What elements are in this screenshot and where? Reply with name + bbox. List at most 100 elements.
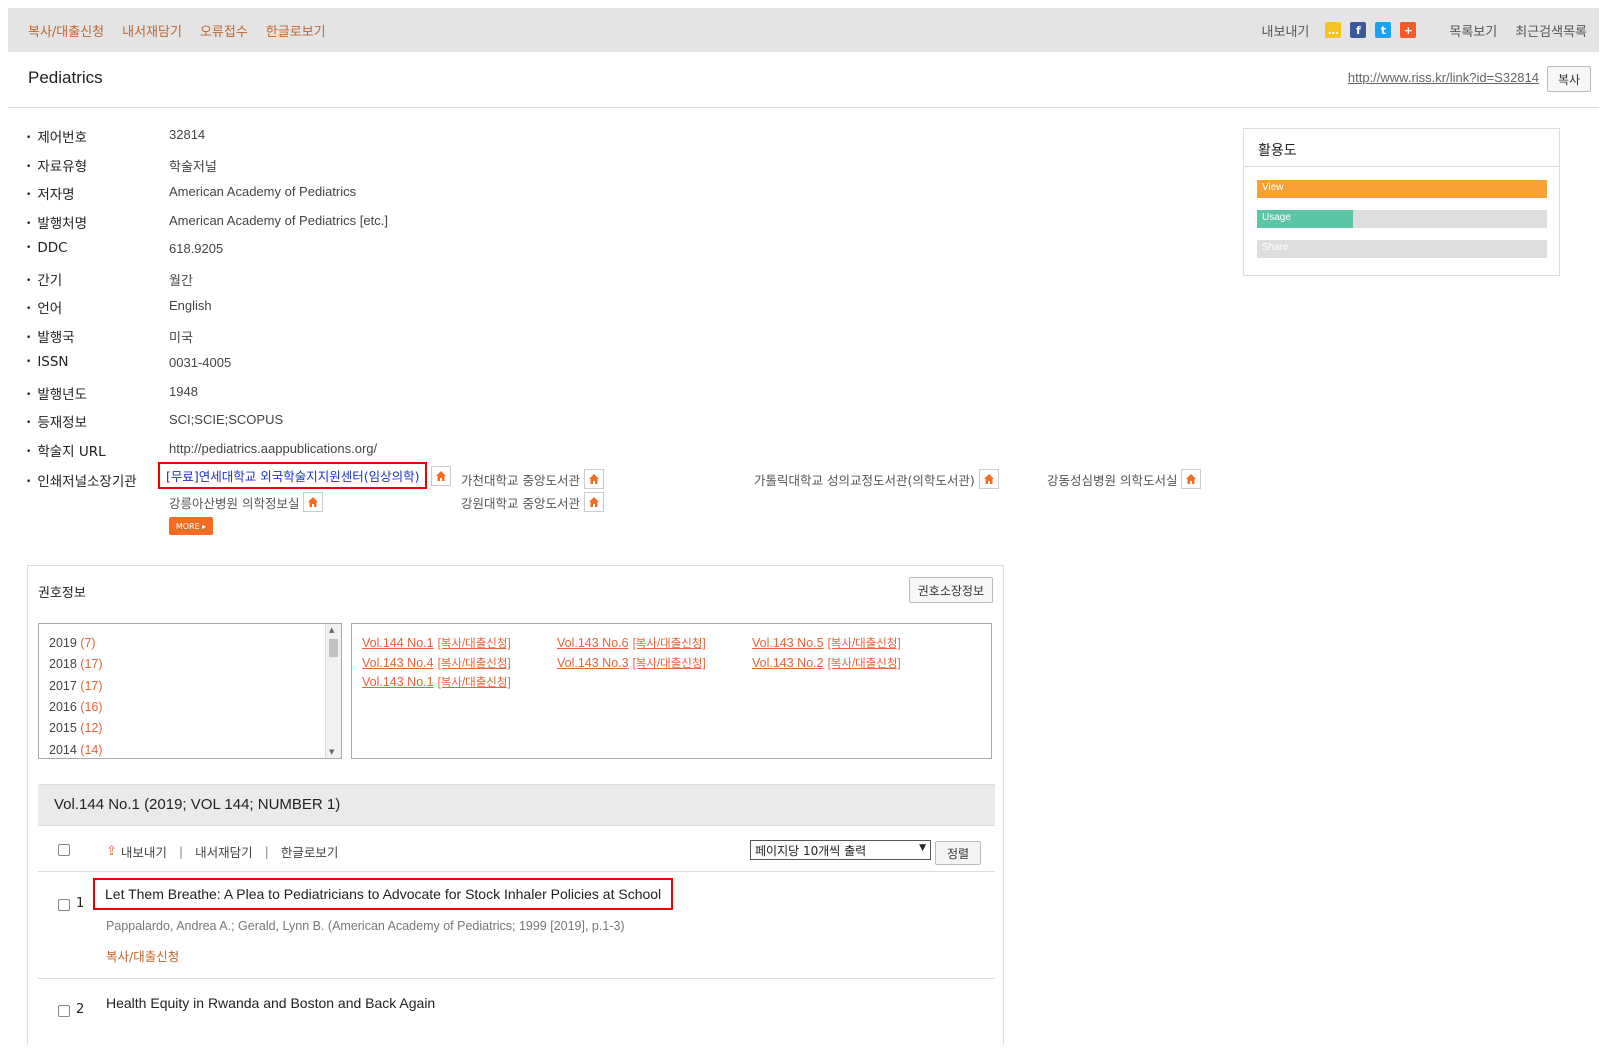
library-name[interactable]: [무료]연세대학교 외국학술지지원센터(임상의학)	[158, 462, 428, 489]
article-title-link[interactable]: Health Equity in Rwanda and Boston and B…	[106, 995, 435, 1011]
article-row: 2 Health Equity in Rwanda and Boston and…	[38, 979, 995, 1048]
issue-link[interactable]: Vol.144 No.1 [복사/대출신청]	[362, 635, 511, 651]
permalink[interactable]: http://www.riss.kr/link?id=S32814	[1348, 70, 1539, 85]
journal-url[interactable]: http://pediatrics.aappublications.org/	[169, 441, 377, 456]
meta-key: 간기	[26, 269, 62, 289]
sort-button[interactable]: 정렬	[935, 841, 981, 865]
home-icon[interactable]	[303, 492, 324, 512]
volume-holdings-button[interactable]: 권호소장정보	[908, 577, 993, 603]
issue-link[interactable]: Vol.143 No.5 [복사/대출신청]	[752, 635, 901, 651]
home-icon[interactable]	[583, 469, 604, 489]
scroll-up-icon[interactable]: ▲	[329, 626, 334, 634]
usage-title: 활용도	[1244, 129, 1559, 167]
current-volume-title: Vol.144 No.1 (2019; VOL 144; NUMBER 1)	[54, 796, 341, 813]
meta-value: American Academy of Pediatrics	[169, 184, 357, 199]
facebook-icon[interactable]: f	[1350, 22, 1367, 38]
issue-link[interactable]: Vol.143 No.2 [복사/대출신청]	[752, 655, 901, 671]
library-item[interactable]: 강릉아산병원 의학정보실	[169, 492, 324, 512]
meta-key: 등재정보	[26, 411, 87, 431]
issue-link[interactable]: Vol.143 No.6 [복사/대출신청]	[557, 635, 706, 651]
volume-info-title: 권호정보	[38, 586, 86, 601]
library-name[interactable]: 강동성심병원 의학도서실	[1047, 470, 1177, 489]
issue-link[interactable]: Vol.143 No.4 [복사/대출신청]	[362, 655, 511, 671]
year-item[interactable]: 2018 (17)	[49, 657, 103, 671]
article-copy-loan-link[interactable]: 복사/대출신청	[106, 946, 179, 965]
meta-key: 발행국	[26, 326, 74, 346]
copy-permalink-button[interactable]: 복사	[1547, 66, 1591, 92]
meta-row: 등재정보 SCI;SCIE;SCOPUS	[26, 411, 1226, 440]
usage-bar-label: View	[1262, 182, 1284, 193]
usage-bar-usage: Usage	[1257, 210, 1547, 228]
home-icon[interactable]	[583, 492, 604, 512]
year-listbox[interactable]: 2019 (7) 2018 (17) 2017 (17) 2016 (16) 2…	[38, 623, 342, 759]
meta-key: 발행처명	[26, 212, 87, 232]
report-error-link[interactable]: 오류접수	[200, 21, 248, 40]
meta-row: 간기 월간	[26, 269, 1226, 298]
meta-value: 미국	[169, 329, 193, 345]
year-item[interactable]: 2015 (12)	[49, 721, 103, 735]
usage-panel: 활용도 View Usage Share	[1243, 128, 1560, 276]
scrollbar-thumb[interactable]	[329, 639, 338, 657]
recent-search-link[interactable]: 최근검색목록	[1515, 21, 1587, 40]
library-name[interactable]: 강원대학교 중앙도서관	[461, 493, 580, 512]
current-volume-bar: Vol.144 No.1 (2019; VOL 144; NUMBER 1)	[38, 784, 995, 826]
usage-bar-label: Usage	[1262, 212, 1291, 223]
meta-row: DDC 618.9205	[26, 240, 1226, 269]
article-toolbar: ⇪ 내보내기 | 내서재담기 | 한글로보기 페이지당 10개씩 출력 ▼ 정렬	[38, 828, 995, 872]
export-icon[interactable]: ⇪	[106, 844, 117, 859]
usage-bar-share: Share	[1257, 240, 1547, 258]
twitter-icon[interactable]: t	[1375, 22, 1392, 38]
article-title-link[interactable]: Let Them Breathe: A Plea to Pediatrician…	[93, 878, 674, 910]
article-checkbox[interactable]	[58, 1005, 70, 1017]
meta-row: 저자명 American Academy of Pediatrics	[26, 183, 1226, 212]
meta-row: 언어 English	[26, 297, 1226, 326]
meta-value: SCI;SCIE;SCOPUS	[169, 412, 284, 427]
issue-link[interactable]: Vol.143 No.3 [복사/대출신청]	[557, 655, 706, 671]
year-item[interactable]: 2017 (17)	[49, 679, 103, 693]
per-page-value: 페이지당 10개씩 출력	[755, 844, 867, 858]
library-name[interactable]: 가톨릭대학교 성의교정도서관(의학도서관)	[754, 470, 975, 489]
year-list-scrollbar[interactable]: ▲ ▼	[325, 624, 341, 758]
kakaotalk-icon[interactable]: …	[1325, 22, 1342, 38]
home-icon[interactable]	[1181, 469, 1202, 489]
export-link[interactable]: 내보내기	[1262, 21, 1310, 40]
library-name[interactable]: 강릉아산병원 의학정보실	[169, 493, 299, 512]
meta-row: 발행년도 1948	[26, 383, 1226, 412]
library-item-highlighted[interactable]: [무료]연세대학교 외국학술지지원센터(임상의학)	[158, 462, 452, 489]
more-share-icon[interactable]: +	[1400, 22, 1417, 38]
home-icon[interactable]	[978, 469, 999, 489]
meta-value: 32814	[169, 127, 206, 142]
meta-value: American Academy of Pediatrics [etc.]	[169, 212, 388, 228]
holdings-label: 인쇄저널소장기관	[26, 470, 136, 490]
article-save-link[interactable]: 내서재담기	[195, 842, 253, 861]
list-view-link[interactable]: 목록보기	[1449, 21, 1497, 40]
library-item[interactable]: 강원대학교 중앙도서관	[461, 492, 604, 512]
article-export-link[interactable]: 내보내기	[121, 842, 167, 861]
home-icon[interactable]	[431, 465, 452, 486]
copy-loan-request-link[interactable]: 복사/대출신청	[28, 21, 104, 40]
library-item[interactable]: 가천대학교 중앙도서관	[461, 469, 604, 489]
save-to-library-link[interactable]: 내서재담기	[122, 21, 182, 40]
library-item[interactable]: 가톨릭대학교 성의교정도서관(의학도서관)	[754, 469, 999, 489]
library-item[interactable]: 강동성심병원 의학도서실	[1047, 469, 1202, 489]
toolbar-left-links: 복사/대출신청 내서재담기 오류접수 한글로보기	[28, 8, 344, 52]
year-item[interactable]: 2016 (16)	[49, 700, 103, 714]
article-checkbox[interactable]	[58, 899, 70, 911]
issue-link[interactable]: Vol.143 No.1 [복사/대출신청]	[362, 674, 511, 690]
article-number: 1	[76, 896, 85, 911]
meta-key: 저자명	[26, 183, 74, 203]
article-korean-link[interactable]: 한글로보기	[281, 842, 339, 861]
page-title: Pediatrics	[28, 68, 103, 87]
per-page-select[interactable]: 페이지당 10개씩 출력 ▼	[750, 840, 931, 860]
meta-row: 발행처명 American Academy of Pediatrics [etc.…	[26, 212, 1226, 241]
article-number: 2	[76, 1002, 85, 1017]
scroll-down-icon[interactable]: ▼	[329, 748, 334, 756]
more-libraries-button[interactable]: MORE ▸	[169, 517, 213, 535]
library-name[interactable]: 가천대학교 중앙도서관	[461, 470, 580, 489]
year-item[interactable]: 2019 (7)	[49, 636, 96, 650]
year-item[interactable]: 2014 (14)	[49, 743, 103, 757]
usage-bar-view: View	[1257, 180, 1547, 198]
select-all-checkbox[interactable]	[58, 844, 70, 856]
view-in-korean-link[interactable]: 한글로보기	[266, 21, 326, 40]
meta-value: 1948	[169, 383, 198, 399]
